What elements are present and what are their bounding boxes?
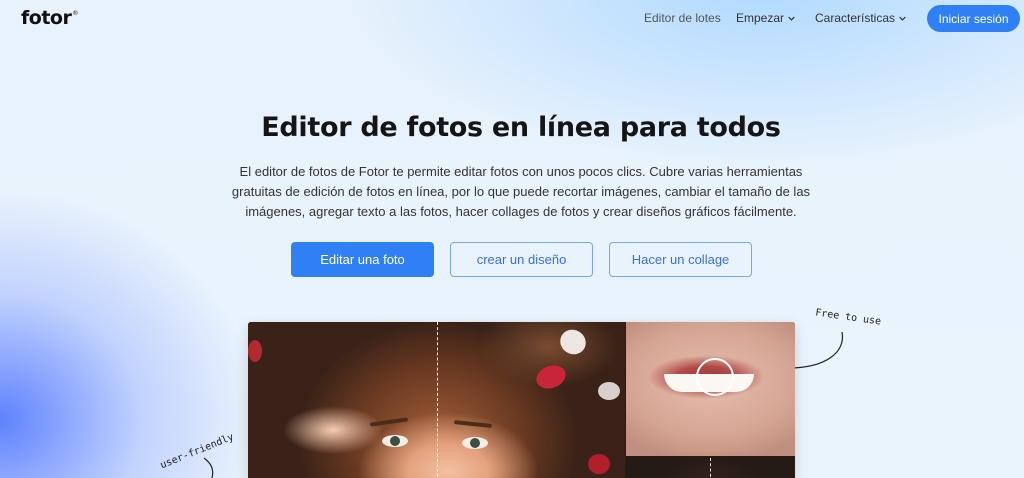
nav-features[interactable]: Características xyxy=(815,11,906,25)
rose-petal xyxy=(588,454,610,474)
rose-petal xyxy=(555,325,591,359)
nav-features-label: Características xyxy=(815,11,896,25)
edit-photo-button[interactable]: Editar una foto xyxy=(291,242,434,277)
hero-title: Editor de fotos en línea para todos xyxy=(261,112,781,143)
eye xyxy=(382,435,408,447)
portrait-retouch-example xyxy=(626,458,795,478)
photo-editor-showcase xyxy=(248,322,795,478)
rose-petal xyxy=(598,382,620,400)
login-button[interactable]: Iniciar sesión xyxy=(927,5,1020,32)
nav-get-started-label: Empezar xyxy=(736,11,785,25)
before-after-divider[interactable] xyxy=(437,322,438,478)
nav-batch-editor-label: Editor de lotes xyxy=(644,11,721,25)
before-after-portrait xyxy=(248,322,625,478)
eyebrow xyxy=(453,420,493,428)
nav-batch-editor[interactable]: Editor de lotes xyxy=(644,11,721,25)
fotor-logo[interactable]: fotor® xyxy=(21,7,78,29)
eye xyxy=(462,437,488,449)
top-nav: fotor® Editor de lotes Empezar Caracterí… xyxy=(0,0,1024,36)
rose-petal xyxy=(533,361,569,393)
make-collage-button[interactable]: Hacer un collage xyxy=(609,242,752,277)
magnifier-circle xyxy=(696,358,734,396)
chevron-down-icon xyxy=(899,16,906,21)
before-after-divider xyxy=(710,458,711,478)
teeth-whitening-example xyxy=(626,322,795,456)
nav-get-started[interactable]: Empezar xyxy=(736,11,795,25)
rose-petal xyxy=(248,340,262,362)
hand-drawn-arrow-icon xyxy=(203,457,214,478)
create-design-button[interactable]: crear un diseño xyxy=(450,242,593,277)
eyebrow xyxy=(369,417,409,427)
chevron-down-icon xyxy=(788,16,795,21)
hero-description: El editor de fotos de Fotor te permite e… xyxy=(231,164,811,219)
